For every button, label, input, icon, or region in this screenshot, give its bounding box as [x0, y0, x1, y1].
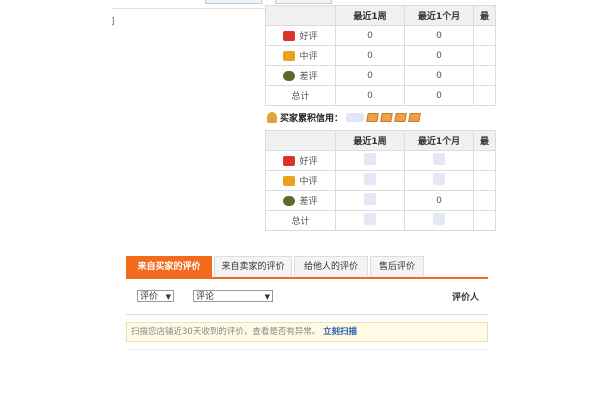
table-row: 差评 0	[265, 190, 496, 211]
cell-week: 0	[335, 25, 405, 46]
cell-week: 0	[335, 85, 405, 106]
scan-notice: 扫描您店铺近30天收到的评价，查看是否有异常。 立刻扫描	[126, 322, 488, 342]
header-week: 最近1周	[335, 5, 405, 26]
top-fragment-text: ]	[111, 17, 115, 27]
top-divider	[112, 8, 265, 9]
person-icon	[267, 112, 277, 123]
wilted-plant-icon	[283, 70, 296, 81]
cell-month: 0	[404, 45, 474, 66]
blurred-value	[364, 213, 376, 225]
table-row: 差评 0 0	[265, 65, 496, 86]
header-empty	[265, 130, 336, 151]
top-search-input-fragment[interactable]	[205, 0, 262, 4]
flower-yellow-icon	[283, 50, 296, 61]
table-row: 中评 0 0	[265, 45, 496, 66]
tab-from-sellers[interactable]: 来自卖家的评价	[214, 256, 292, 277]
table-row: 好评 0 0	[265, 25, 496, 46]
flower-red-icon	[283, 155, 296, 166]
rating-filter-select[interactable]: 评价 ▼	[137, 290, 174, 302]
tab-after-sale[interactable]: 售后评价	[370, 256, 424, 277]
diamond-icon	[380, 113, 393, 122]
blurred-score	[346, 113, 365, 122]
seller-rating-table: 最近1周 最近1个月 最 好评 0 0 中评 0 0 差评 0 0 总计 0 0	[265, 5, 496, 106]
tab-from-buyers[interactable]: 来自买家的评价	[126, 256, 212, 277]
header-week: 最近1周	[335, 130, 405, 151]
reviewer-column-header: 评价人	[452, 293, 480, 303]
table-row: 中评	[265, 170, 496, 191]
table-row: 总计 0 0	[265, 85, 496, 106]
buyer-credit-label: 买家累积信用：	[280, 114, 344, 124]
review-tabs: 来自买家的评价 来自卖家的评价 给他人的评价 售后评价	[126, 255, 488, 279]
table-header-row: 最近1周 最近1个月 最	[265, 130, 496, 151]
blurred-value	[364, 193, 376, 205]
divider	[126, 349, 488, 350]
top-button-fragment[interactable]	[275, 0, 332, 4]
cell-month: 0	[404, 25, 474, 46]
row-label: 差评	[299, 197, 318, 207]
blurred-value	[433, 173, 445, 185]
tab-given-to-others[interactable]: 给他人的评价	[294, 256, 368, 277]
buyer-rating-table: 最近1周 最近1个月 最 好评 中评 差评 0 总计	[265, 130, 496, 231]
dropdown-arrow-icon: ▼	[165, 293, 171, 301]
divider	[126, 314, 488, 315]
buyer-credit-line: 买家累积信用：	[267, 111, 421, 124]
table-header-row: 最近1周 最近1个月 最	[265, 5, 496, 26]
diamond-icon	[394, 113, 407, 122]
row-label: 好评	[299, 157, 318, 167]
blurred-value	[364, 173, 376, 185]
comment-filter-value: 评论	[196, 292, 215, 302]
scan-now-link[interactable]: 立刻扫描	[323, 327, 357, 337]
table-row: 好评	[265, 150, 496, 171]
rating-filter-value: 评价	[140, 292, 159, 302]
row-label: 中评	[299, 52, 318, 62]
cell-week: 0	[335, 65, 405, 86]
dropdown-arrow-icon: ▼	[264, 293, 270, 301]
header-month: 最近1个月	[404, 130, 474, 151]
row-label: 中评	[299, 177, 318, 187]
flower-yellow-icon	[283, 175, 296, 186]
blurred-value	[433, 213, 445, 225]
row-label: 好评	[299, 32, 318, 42]
cell-week: 0	[335, 45, 405, 66]
header-empty	[265, 5, 336, 26]
cell-month: 0	[404, 85, 474, 106]
row-label: 总计	[291, 92, 310, 102]
blurred-value	[433, 153, 445, 165]
cell-month: 0	[404, 65, 474, 86]
diamond-icon	[408, 113, 421, 122]
wilted-plant-icon	[283, 195, 296, 206]
table-row: 总计	[265, 210, 496, 231]
notice-text: 扫描您店铺近30天收到的评价，查看是否有异常。	[131, 327, 321, 337]
header-more: 最	[473, 130, 496, 151]
row-label: 差评	[299, 72, 318, 82]
header-month: 最近1个月	[404, 5, 474, 26]
comment-filter-select[interactable]: 评论 ▼	[193, 290, 273, 302]
diamond-icon	[366, 113, 379, 122]
cell-month: 0	[404, 190, 474, 211]
blurred-value	[364, 153, 376, 165]
row-label: 总计	[291, 217, 310, 227]
flower-red-icon	[283, 30, 296, 41]
header-more: 最	[473, 5, 496, 26]
